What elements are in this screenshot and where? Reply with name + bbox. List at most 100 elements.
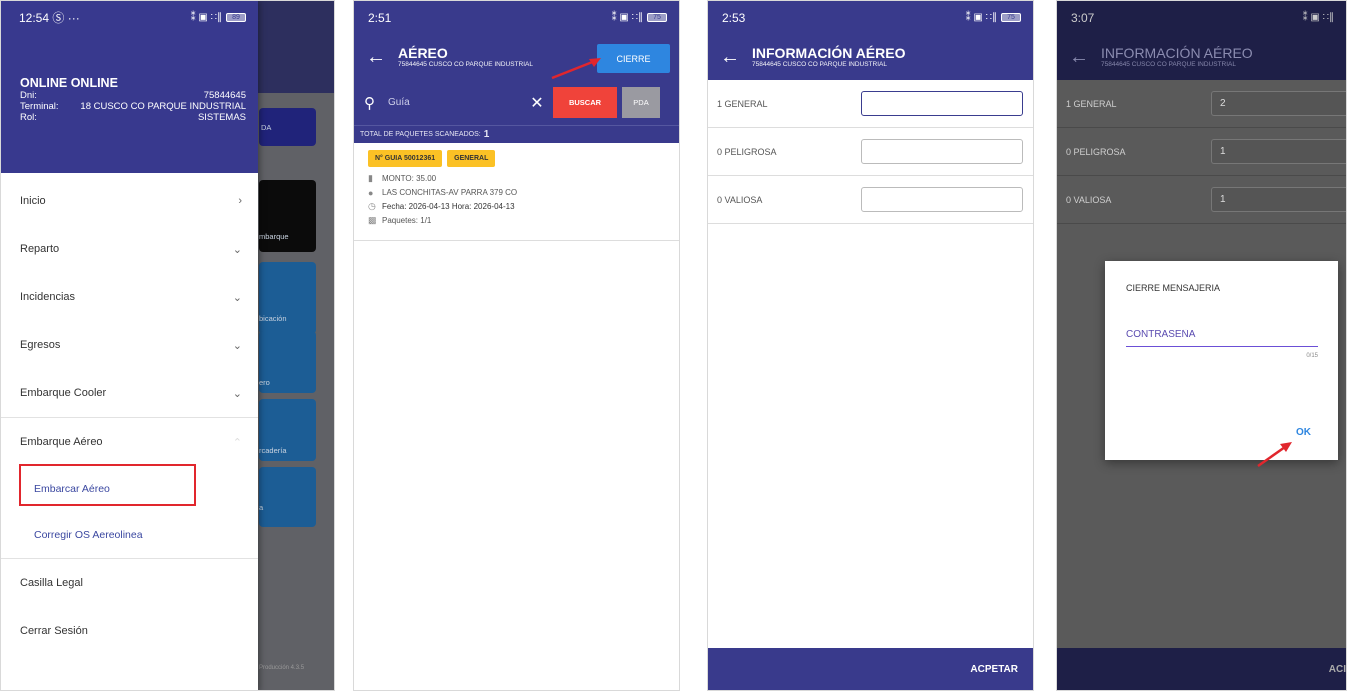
menu-item-reparto[interactable]: Reparto ⌄ bbox=[1, 225, 258, 273]
status-bar: 2:51 ⁑ ▣ ∷∥ 75 bbox=[354, 1, 679, 34]
package-card[interactable]: N° GUIA 50012361 GENERAL ▮ MONTO: 35.00 ●… bbox=[354, 143, 679, 241]
status-time: 2:53 bbox=[722, 10, 746, 25]
address-text: LAS CONCHITAS-AV PARRA 379 CO bbox=[382, 188, 518, 197]
valiosa-input[interactable] bbox=[1211, 187, 1346, 212]
search-bar: ⚲ ✕ BUSCAR PDA bbox=[354, 80, 679, 125]
cierre-button[interactable]: CIERRE bbox=[597, 44, 670, 73]
bg-tile-ero: ero bbox=[259, 331, 316, 393]
valiosa-input[interactable] bbox=[861, 187, 1023, 212]
bg-tile-ubicacion: bicación bbox=[259, 262, 316, 334]
back-arrow-icon[interactable]: ← bbox=[366, 46, 392, 69]
menu-item-egresos[interactable]: Egresos ⌄ bbox=[1, 321, 258, 369]
screen-cierre-dialog: 3:07 ⁑ ▣ ∷∥ ← INFORMACIÓN AÉREO 75844645… bbox=[1056, 0, 1347, 691]
app-bar: ← INFORMACIÓN AÉREO 75844645 CUSCO CO PA… bbox=[1057, 34, 1346, 80]
signal-icons: ⁑ ▣ ∷∥ bbox=[1302, 12, 1334, 23]
annotation-highlight-box bbox=[19, 464, 196, 506]
field-row-peligrosa: 0 PELIGROSA bbox=[1057, 128, 1346, 176]
close-icon[interactable]: ✕ bbox=[523, 93, 551, 113]
back-arrow-icon[interactable]: ← bbox=[720, 46, 746, 69]
chevron-down-icon: ⌄ bbox=[232, 387, 242, 400]
peligrosa-input[interactable] bbox=[861, 139, 1023, 164]
chevron-down-icon: ⌄ bbox=[232, 339, 242, 352]
page-title: INFORMACIÓN AÉREO bbox=[752, 44, 906, 61]
signal-icons: ⁑ ▣ ∷∥ bbox=[965, 12, 997, 23]
document-icon: ▮ bbox=[368, 173, 373, 183]
back-arrow-icon[interactable]: ← bbox=[1069, 46, 1095, 69]
page-title: INFORMACIÓN AÉREO bbox=[1101, 44, 1253, 61]
chevron-down-icon: ⌄ bbox=[232, 291, 242, 304]
page-subtitle: 75844645 CUSCO CO PARQUE INDUSTRIAL bbox=[398, 60, 533, 68]
battery-icon: 75 bbox=[1001, 13, 1021, 22]
chevron-down-icon: ⌄ bbox=[232, 243, 242, 256]
buscar-button[interactable]: BUSCAR bbox=[553, 87, 617, 118]
clock-icon: ◷ bbox=[368, 201, 376, 211]
status-bar: 12:54 Ⓢ ··· ⁑ ▣ ∷∥ 89 bbox=[19, 1, 246, 34]
annotation-arrow bbox=[1257, 442, 1292, 468]
dni-row: Dni: 75844645 bbox=[20, 90, 246, 101]
drawer-header: 12:54 Ⓢ ··· ⁑ ▣ ∷∥ 89 ONLINE ONLINE Dni: 7… bbox=[1, 1, 258, 173]
page-subtitle: 75844645 CUSCO CO PARQUE INDUSTRIAL bbox=[752, 60, 887, 68]
scan-total-count: 1 bbox=[483, 129, 490, 140]
dialog-title: CIERRE MENSAJERIA bbox=[1126, 283, 1221, 293]
menu-item-embarque-aereo[interactable]: Embarque Aéreo ⌃ bbox=[1, 418, 258, 466]
general-input[interactable] bbox=[861, 91, 1023, 116]
battery-icon: 89 bbox=[226, 13, 246, 22]
field-row-valiosa: 0 VALIOSA bbox=[1057, 176, 1346, 224]
guia-badge: N° GUIA 50012361 bbox=[368, 150, 443, 167]
fecha-text: Fecha: 2026-04-13 Hora: 2026-04-13 bbox=[382, 202, 515, 211]
version-footer: Producción 4.3.5 bbox=[259, 665, 305, 671]
scan-total: TOTAL DE PAQUETES SCANEADOS: 1 bbox=[354, 125, 679, 143]
app-bar: ← INFORMACIÓN AÉREO 75844645 CUSCO CO PA… bbox=[708, 34, 1033, 80]
menu-item-incidencias[interactable]: Incidencias ⌄ bbox=[1, 273, 258, 321]
chevron-right-icon: › bbox=[238, 195, 242, 207]
submenu-item-corregir-os[interactable]: Corregir OS Aereolinea bbox=[1, 512, 258, 558]
menu-item-casilla-legal[interactable]: Casilla Legal bbox=[1, 559, 258, 607]
bg-tile-partial: DA bbox=[259, 108, 316, 146]
signal-icons: ⁑ ▣ ∷∥ bbox=[611, 12, 643, 23]
password-counter: 0/15 bbox=[1306, 353, 1318, 359]
field-row-valiosa: 0 VALIOSA bbox=[708, 176, 1033, 224]
peligrosa-input[interactable] bbox=[1211, 139, 1346, 164]
package-icon: ▩ bbox=[368, 215, 377, 225]
field-row-general: 1 GENERAL bbox=[1057, 80, 1346, 128]
field-row-general: 1 GENERAL bbox=[708, 80, 1033, 128]
page-title: AÉREO bbox=[398, 44, 448, 61]
type-badge: GENERAL bbox=[447, 150, 496, 167]
paquetes-text: Paquetes: 1/1 bbox=[382, 216, 432, 225]
general-input[interactable] bbox=[1211, 91, 1346, 116]
status-time: 12:54 bbox=[19, 11, 50, 25]
menu-item-inicio[interactable]: Inicio › bbox=[1, 177, 258, 225]
chevron-up-icon: ⌃ bbox=[232, 436, 242, 449]
status-bar: 3:07 ⁑ ▣ ∷∥ bbox=[1057, 1, 1346, 34]
accept-button[interactable]: ACPETAR bbox=[708, 648, 1033, 690]
bg-tile-mercaderia: rcadería bbox=[259, 399, 316, 461]
page-subtitle: 75844645 CUSCO CO PARQUE INDUSTRIAL bbox=[1101, 60, 1236, 68]
monto-text: MONTO: 35.00 bbox=[382, 174, 437, 183]
bg-tile-embarque: mbarque bbox=[259, 180, 316, 252]
pda-button[interactable]: PDA bbox=[622, 87, 660, 118]
screen-informacion-aereo: 2:53 ⁑ ▣ ∷∥ 75 ← INFORMACIÓN AÉREO 758446… bbox=[707, 0, 1034, 691]
signal-icons: ⁑ ▣ ∷∥ bbox=[190, 12, 222, 23]
status-bar: 2:53 ⁑ ▣ ∷∥ 75 bbox=[708, 1, 1033, 34]
screen-drawer-menu: DA mbarque bicación ero rcadería a Produ… bbox=[0, 0, 335, 691]
status-time: 3:07 bbox=[1071, 10, 1095, 25]
menu-item-cerrar-sesion[interactable]: Cerrar Sesión bbox=[1, 607, 258, 655]
cierre-dialog: CIERRE MENSAJERIA 0/15 OK bbox=[1105, 261, 1338, 460]
menu-item-embarque-cooler[interactable]: Embarque Cooler ⌄ bbox=[1, 369, 258, 417]
accept-button[interactable]: ACI bbox=[1057, 648, 1346, 690]
navigation-drawer: 12:54 Ⓢ ··· ⁑ ▣ ∷∥ 89 ONLINE ONLINE Dni: 7… bbox=[1, 1, 258, 690]
user-name: ONLINE ONLINE bbox=[20, 76, 118, 90]
guia-search-input[interactable] bbox=[388, 97, 523, 108]
rol-row: Rol: SISTEMAS bbox=[20, 112, 246, 123]
search-icon: ⚲ bbox=[364, 94, 375, 112]
field-row-peligrosa: 0 PELIGROSA bbox=[708, 128, 1033, 176]
ok-button[interactable]: OK bbox=[1296, 427, 1311, 438]
terminal-row: Terminal: 18 CUSCO CO PARQUE INDUSTRIAL bbox=[20, 101, 246, 112]
battery-icon: 75 bbox=[647, 13, 667, 22]
bg-tile-a: a bbox=[259, 467, 316, 527]
status-time: 2:51 bbox=[368, 10, 392, 25]
annotation-arrow bbox=[551, 58, 601, 80]
screen-aereo-list: 2:51 ⁑ ▣ ∷∥ 75 ← AÉREO 75844645 CUSCO CO … bbox=[353, 0, 680, 691]
password-input[interactable] bbox=[1126, 323, 1318, 347]
location-pin-icon: ● bbox=[368, 187, 374, 198]
